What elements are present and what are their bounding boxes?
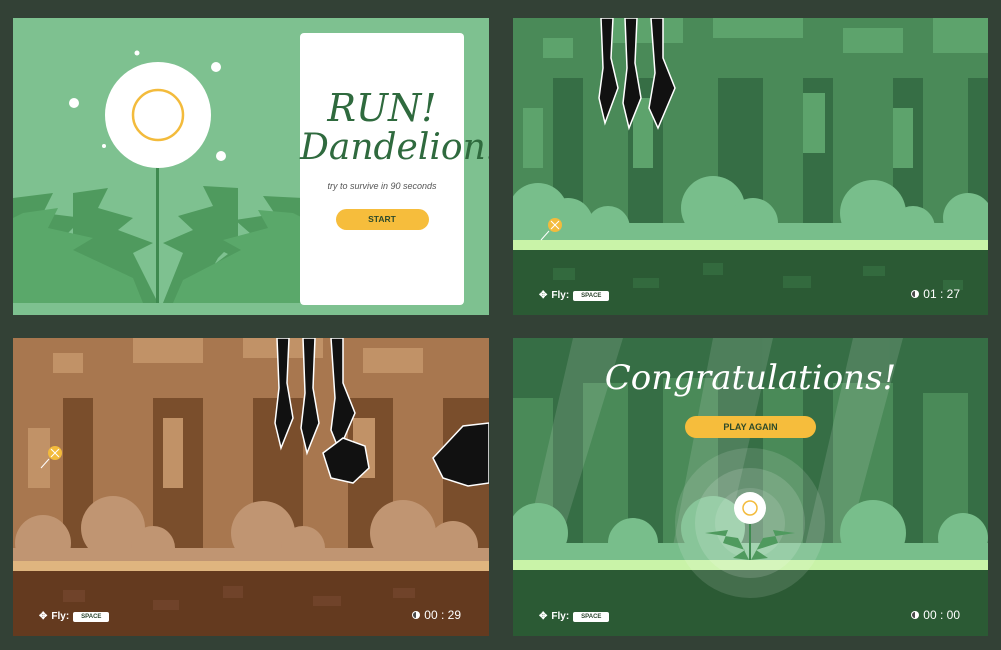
countdown-timer: 00 : 00: [911, 608, 960, 622]
space-key-badge: SPACE: [573, 611, 610, 622]
start-button[interactable]: START: [335, 208, 429, 230]
clock-icon: [911, 611, 920, 619]
game-title-line2: Dandelion!: [300, 126, 489, 168]
fly-hint: ✥ Fly: SPACE: [539, 611, 610, 622]
congratulations-title: Congratulations!: [604, 358, 897, 398]
fly-hint: ✥ Fly: SPACE: [39, 611, 110, 622]
clock-icon: [911, 290, 920, 298]
timer-value: 01 : 27: [923, 287, 960, 301]
fly-label: Fly:: [551, 611, 570, 622]
game-title-line1: RUN!: [327, 86, 437, 130]
timer-value: 00 : 29: [424, 608, 461, 622]
countdown-timer: 00 : 29: [412, 608, 461, 622]
game-subtitle: try to survive in 90 seconds: [327, 180, 437, 191]
fly-hint: ✥ Fly: SPACE: [539, 290, 610, 301]
timer-value: 00 : 00: [923, 608, 960, 622]
play-again-button[interactable]: PLAY AGAIN: [685, 416, 816, 438]
intro-screen: RUN! Dandelion! try to survive in 90 sec…: [13, 18, 489, 315]
forest-background: [513, 18, 988, 315]
clock-icon: [412, 611, 421, 619]
move-arrows-icon: ✥: [39, 611, 48, 622]
space-key-badge: SPACE: [573, 290, 610, 301]
gameplay-screen-forest: ✥ Fly: SPACE 01 : 27: [513, 18, 988, 315]
countdown-timer: 01 : 27: [911, 287, 960, 301]
move-arrows-icon: ✥: [539, 611, 548, 622]
win-screen: Congratulations! PLAY AGAIN ✥ Fly: SPACE…: [513, 338, 988, 636]
space-key-badge: SPACE: [73, 611, 110, 622]
move-arrows-icon: ✥: [539, 290, 548, 301]
fly-label: Fly:: [51, 611, 70, 622]
autumn-forest-background: [13, 338, 489, 636]
title-card: RUN! Dandelion! try to survive in 90 sec…: [300, 33, 489, 305]
fly-label: Fly:: [551, 290, 570, 301]
gameplay-screen-autumn: ✥ Fly: SPACE 00 : 29: [13, 338, 489, 636]
